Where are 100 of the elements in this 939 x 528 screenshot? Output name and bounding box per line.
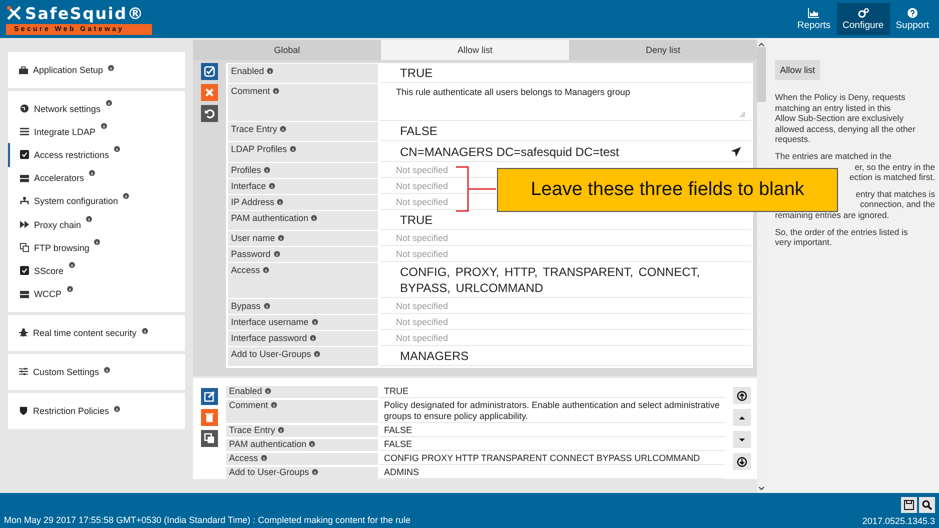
nav-tab[interactable]: Support [890, 3, 935, 35]
move-button[interactable] [733, 431, 751, 448]
info-icon [269, 183, 276, 189]
sidebar-item[interactable]: FTP browsing [8, 236, 185, 260]
info-icon [261, 455, 268, 461]
field-label: PAM authentication [228, 211, 378, 230]
help-icon [906, 8, 918, 18]
field-label: Interface password [228, 331, 378, 346]
menu-icon [20, 127, 29, 136]
search-icon [922, 500, 932, 510]
undo-button[interactable] [201, 105, 218, 122]
info-icon [314, 351, 320, 357]
nav-tab[interactable]: Configure [836, 3, 890, 35]
version-label: 2017.0525.1345.3 [862, 516, 935, 526]
field-label: Add to User-Groups [226, 467, 378, 479]
arrow-down-circle-icon [737, 456, 747, 466]
info-icon [280, 126, 286, 132]
info-icon [312, 469, 318, 475]
comment-field[interactable]: This rule authenticate all users belongs to Managers group [396, 87, 630, 98]
info-icon [123, 192, 130, 199]
callout-note: Leave these three fields to blank [497, 168, 838, 212]
field-label: Enabled [226, 386, 378, 398]
field-value: FALSE [400, 123, 438, 139]
edit-button[interactable] [201, 388, 218, 405]
info-icon [142, 328, 148, 334]
info-icon [310, 335, 316, 341]
sidebar-item[interactable]: Accelerators [8, 166, 185, 190]
sidebar-item[interactable]: Integrate LDAP [8, 120, 185, 144]
move-button[interactable] [733, 387, 751, 404]
sidebar-item[interactable]: Custom Settings [8, 364, 185, 380]
cancel-button[interactable] [201, 84, 218, 101]
field-label: Add to User-Groups [228, 347, 378, 366]
input-field[interactable]: Not specified [396, 300, 456, 312]
arrow-up-circle-icon [737, 390, 747, 400]
delete-button[interactable] [201, 409, 218, 426]
search-button[interactable] [919, 497, 935, 513]
tab[interactable]: Global [193, 40, 381, 60]
sidebar-item[interactable]: System configuration [8, 190, 185, 213]
input-field[interactable]: Not specified [396, 180, 456, 192]
tab[interactable]: Deny list [569, 40, 757, 60]
sidebar-item[interactable]: Restriction Policies [8, 402, 185, 419]
field-label: Comment [226, 400, 378, 423]
help-text: connection, and the [860, 199, 935, 210]
copy-button[interactable] [201, 430, 218, 447]
tab[interactable]: Allow list [381, 40, 569, 60]
area-chart-icon [808, 8, 820, 18]
input-field[interactable]: Not specified [396, 316, 456, 328]
bug-icon [19, 328, 28, 338]
scroll-up-icon[interactable] [758, 42, 765, 47]
input-field[interactable]: Not specified [396, 332, 456, 344]
input-field[interactable]: Not specified [396, 196, 456, 208]
info-icon [94, 239, 100, 246]
sidebar-item[interactable]: SScore [8, 259, 185, 282]
shield-icon [19, 406, 28, 416]
field-label: PAM authentication [226, 439, 378, 451]
trash-icon [204, 412, 215, 423]
sidebar-item[interactable]: Real time content security [8, 324, 185, 341]
help-text: allowed access, denying all the other [775, 124, 916, 134]
field-label: Interface [228, 179, 378, 194]
input-field[interactable]: Not specified [396, 248, 456, 260]
save-button[interactable] [901, 497, 917, 513]
scroll-thumb[interactable] [757, 47, 766, 102]
input-field[interactable]: Not specified [396, 164, 456, 176]
resize-grip-icon[interactable] [739, 111, 745, 117]
info-icon [273, 88, 280, 94]
move-button[interactable] [733, 409, 751, 426]
sidebar-item[interactable]: Network settings [8, 97, 185, 120]
info-icon [265, 388, 272, 394]
help-text: remaining entries are ignored. [775, 210, 890, 221]
field-label: Interface username [228, 315, 378, 330]
fast-forward-icon [20, 220, 29, 230]
checkbox-icon [204, 66, 215, 77]
sidebar-item[interactable]: Application Setup [8, 62, 185, 78]
logo-name: SafeSquid® [25, 4, 144, 22]
bracket-annotation [455, 166, 497, 212]
close-icon [204, 87, 215, 98]
info-icon [108, 65, 114, 71]
copy-icon [20, 243, 29, 252]
field-label: IP Address [228, 195, 378, 210]
field-value: ADMINS [384, 467, 420, 478]
nav-tab[interactable]: Reports [791, 3, 837, 35]
sidebar-item[interactable]: WCCP [8, 282, 185, 306]
scroll-down-icon[interactable] [758, 486, 765, 491]
help-text: So, the order of the entries listed is [775, 226, 908, 238]
move-button[interactable] [733, 453, 751, 470]
field-label: Enabled [228, 64, 378, 83]
info-icon [309, 441, 316, 447]
help-text: er, so the entry in the [854, 162, 935, 172]
field-value: TRUE [400, 212, 433, 228]
field-value: CONFIG, PROXY, HTTP, TRANSPARENT, CONNECT, BYPASS, URLCOMMAND [400, 264, 701, 296]
sidebar-item[interactable]: Proxy chain [8, 212, 185, 236]
info-icon [100, 123, 107, 130]
info-icon [68, 262, 75, 268]
field-label: Trace Entry [228, 122, 378, 141]
edit-icon [204, 391, 215, 402]
sidebar-item[interactable]: Access restrictions [8, 143, 185, 167]
input-field[interactable]: Not specified [396, 232, 456, 244]
save-button[interactable] [201, 63, 218, 80]
help-text: The entries are matched in the [775, 150, 892, 162]
send-icon[interactable] [731, 146, 741, 156]
